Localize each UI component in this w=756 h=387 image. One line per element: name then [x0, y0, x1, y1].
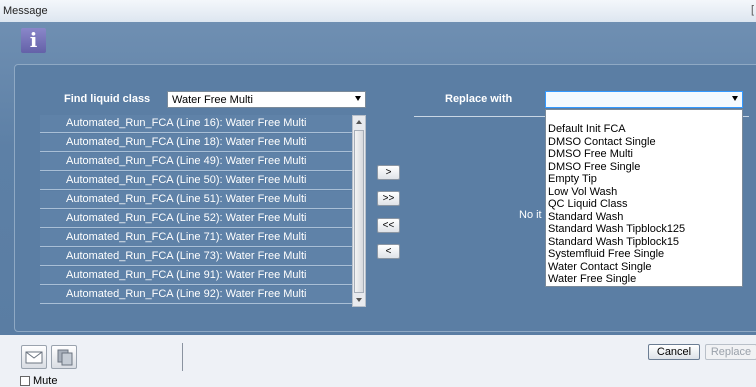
dropdown-option[interactable]: DMSO Free Single [546, 161, 742, 174]
list-item[interactable]: Automated_Run_FCA (Line 51): Water Free … [40, 191, 352, 209]
info-icon: i [21, 28, 46, 53]
dropdown-option[interactable]: DMSO Contact Single [546, 136, 742, 149]
dropdown-option[interactable]: Default Init FCA [546, 123, 742, 136]
replace-button[interactable]: Replace [705, 344, 756, 360]
move-all-right-button[interactable]: >> [377, 191, 400, 206]
list-item[interactable]: Automated_Run_FCA (Line 91): Water Free … [40, 267, 352, 285]
find-results-list: Automated_Run_FCA (Line 16): Water Free … [40, 115, 352, 307]
move-left-button[interactable]: < [377, 244, 400, 259]
close-icon[interactable]: [ [751, 4, 754, 16]
dropdown-option[interactable]: Empty Tip [546, 173, 742, 186]
find-selected-value: Water Free Multi [172, 94, 253, 106]
dropdown-option[interactable]: Standard Wash [546, 211, 742, 224]
cancel-button[interactable]: Cancel [648, 344, 700, 360]
window-title: Message [3, 5, 48, 17]
checkbox[interactable] [20, 376, 30, 386]
envelope-icon [25, 351, 43, 364]
list-item[interactable]: Automated_Run_FCA (Line 71): Water Free … [40, 229, 352, 247]
copy-icon [57, 349, 73, 366]
copy-button[interactable] [51, 345, 77, 369]
list-item[interactable]: Automated_Run_FCA (Line 16): Water Free … [40, 115, 352, 133]
list-item[interactable]: Automated_Run_FCA (Line 49): Water Free … [40, 153, 352, 171]
find-liquid-class-select[interactable]: Water Free Multi [167, 91, 366, 108]
no-items-text: No it [519, 209, 542, 221]
dropdown-option[interactable]: Low Vol Wash [546, 186, 742, 199]
dropdown-option[interactable]: Water Contact Single [546, 261, 742, 274]
list-item[interactable]: Automated_Run_FCA (Line 52): Water Free … [40, 210, 352, 228]
dialog-footer [0, 335, 756, 387]
dropdown-option[interactable]: DMSO Free Multi [546, 148, 742, 161]
find-liquid-class-label: Find liquid class [64, 93, 151, 105]
dropdown-option[interactable]: Standard Wash Tipblock15 [546, 236, 742, 249]
list-item[interactable]: Automated_Run_FCA (Line 73): Water Free … [40, 248, 352, 266]
replace-options-dropdown[interactable]: Default Init FCA DMSO Contact Single DMS… [545, 109, 743, 287]
list-item[interactable]: Automated_Run_FCA (Line 92): Water Free … [40, 286, 352, 304]
list-item[interactable]: Automated_Run_FCA (Line 18): Water Free … [40, 134, 352, 152]
chevron-down-icon[interactable] [355, 96, 361, 101]
title-bar: Message [ [0, 0, 756, 23]
list-item[interactable]: Automated_Run_FCA (Line 50): Water Free … [40, 172, 352, 190]
dropdown-option[interactable]: QC Liquid Class [546, 198, 742, 211]
dropdown-option[interactable]: Water Free Single [546, 273, 742, 286]
mute-label: Mute [33, 375, 58, 387]
scroll-down-icon[interactable] [356, 298, 362, 302]
dropdown-option[interactable]: Systemfluid Free Single [546, 248, 742, 261]
dropdown-option[interactable]: Standard Wash Tipblock125 [546, 223, 742, 236]
email-button[interactable] [21, 345, 47, 369]
divider [182, 343, 183, 371]
scrollbar-thumb[interactable] [354, 130, 364, 293]
scroll-up-icon[interactable] [356, 120, 362, 124]
results-scrollbar[interactable] [352, 115, 366, 307]
chevron-down-icon[interactable] [732, 96, 738, 101]
replace-with-select[interactable] [545, 91, 743, 108]
move-right-button[interactable]: > [377, 165, 400, 180]
move-all-left-button[interactable]: << [377, 218, 400, 233]
replace-with-label: Replace with [445, 93, 513, 105]
